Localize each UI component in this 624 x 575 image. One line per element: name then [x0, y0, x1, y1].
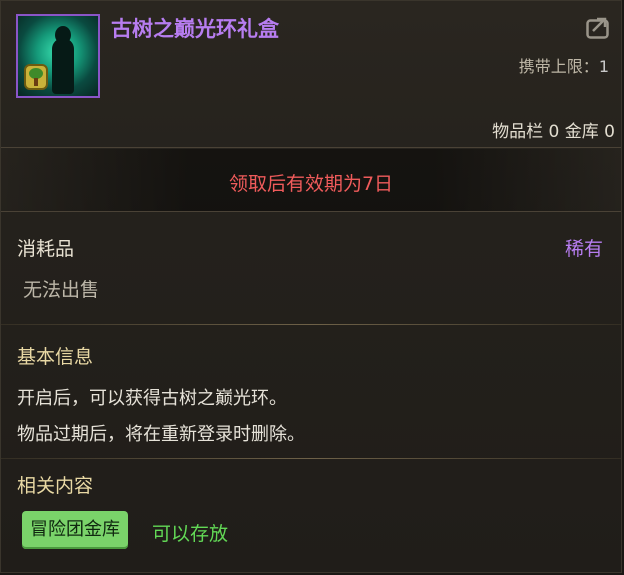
basic-info-title: 基本信息 — [17, 346, 94, 368]
item-name: 古树之巅光环礼盒 — [111, 17, 279, 41]
basic-info-line: 物品过期后，将在重新登录时删除。 — [17, 424, 305, 445]
storage-count: 物品栏 0 金库 0 — [492, 122, 615, 142]
item-tooltip: 古树之巅光环礼盒 携带上限：1 物品栏 0 金库 0 领取后有效期为7日 消耗品… — [0, 0, 622, 573]
adventure-vault-tag[interactable]: 冒险团金库 — [22, 511, 128, 549]
divider — [1, 324, 621, 325]
tree-aura-box-icon — [16, 14, 100, 98]
divider — [1, 458, 621, 459]
divider — [1, 211, 621, 212]
tooltip-header: 古树之巅光环礼盒 携带上限：1 物品栏 0 金库 0 — [1, 1, 621, 147]
related-title: 相关内容 — [17, 475, 94, 497]
carry-limit-label: 携带上限： — [518, 57, 599, 76]
divider — [1, 147, 621, 148]
item-rarity: 稀有 — [564, 238, 603, 260]
storable-note: 可以存放 — [152, 523, 229, 545]
item-type: 消耗品 — [17, 238, 75, 260]
validity-text: 领取后有效期为7日 — [228, 173, 394, 195]
sell-status: 无法出售 — [23, 279, 100, 301]
share-icon[interactable] — [586, 15, 612, 39]
basic-info-line: 开启后，可以获得古树之巅光环。 — [17, 388, 287, 409]
tree-badge-icon — [24, 64, 48, 90]
carry-limit: 携带上限：1 — [519, 53, 609, 77]
carry-limit-value: 1 — [598, 57, 609, 76]
